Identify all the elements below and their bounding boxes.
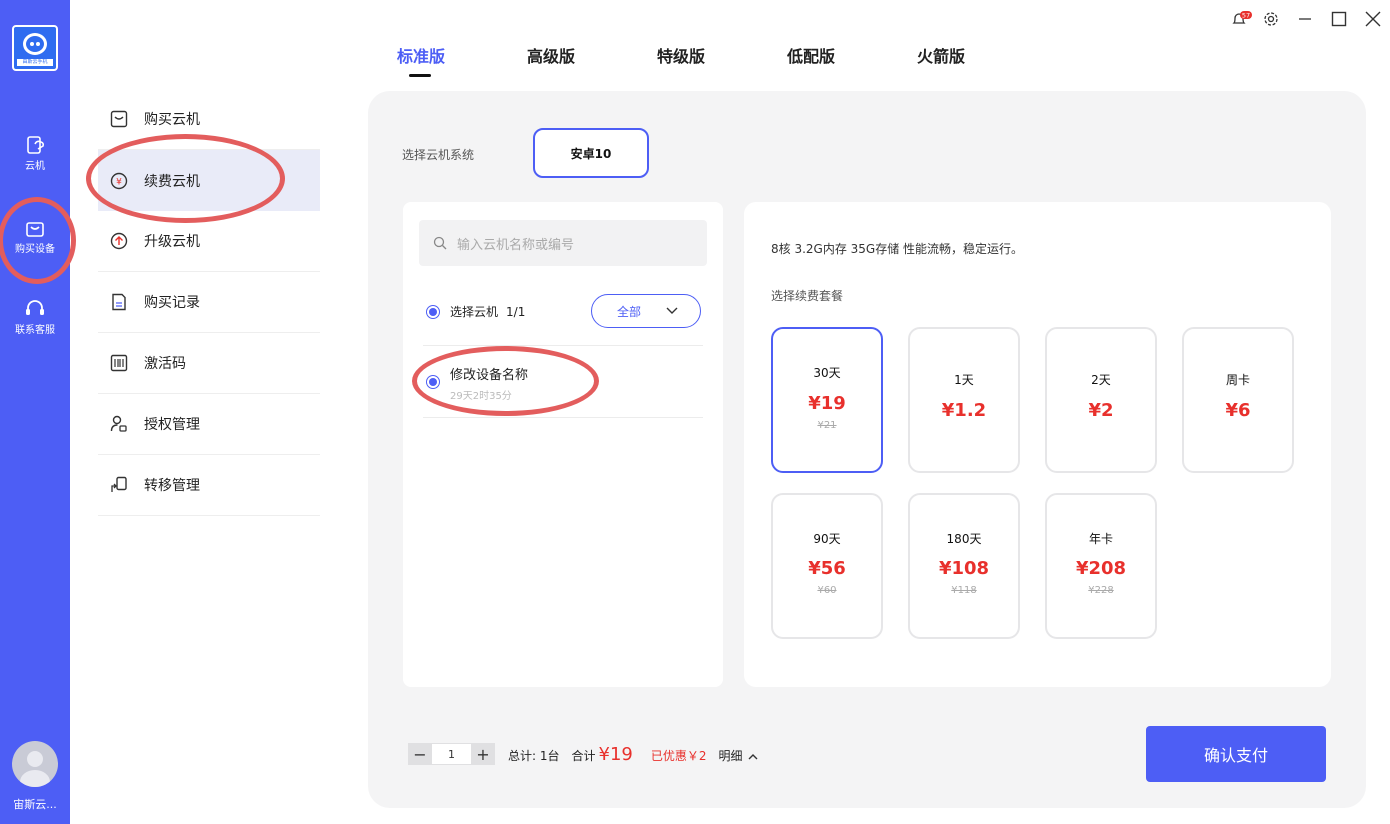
package-option-year[interactable]: 年卡 ¥208 ¥228	[1045, 493, 1157, 639]
quantity-stepper[interactable]: − 1 +	[408, 743, 495, 765]
menu-item-buy-cloud[interactable]: 购买云机	[98, 89, 320, 150]
user-avatar[interactable]	[12, 741, 58, 787]
active-tab-indicator	[409, 74, 431, 77]
menu-item-purchase-history[interactable]: 购买记录	[98, 272, 320, 333]
confirm-pay-button[interactable]: 确认支付	[1146, 726, 1326, 782]
total-units: 总计: 1台	[508, 749, 560, 763]
shopping-bag-icon	[26, 222, 44, 237]
package-option-2d[interactable]: 2天 ¥2	[1045, 327, 1157, 473]
device-remaining-time: 29天2时35分	[450, 391, 512, 402]
list-divider	[423, 417, 703, 418]
chevron-down-icon	[666, 307, 678, 314]
chevron-up-icon[interactable]	[748, 753, 758, 760]
details-toggle[interactable]: 明细	[719, 747, 743, 764]
system-option-android10[interactable]: 安卓10	[533, 128, 649, 178]
user-lock-icon	[108, 413, 130, 435]
menu-item-renew-cloud[interactable]: ¥ 续费云机	[98, 150, 320, 211]
svg-text:57: 57	[1242, 12, 1250, 20]
yen-coin-icon: ¥	[108, 170, 130, 192]
notification-bell-icon[interactable]: 57	[1231, 8, 1253, 30]
package-option-1d[interactable]: 1天 ¥1.2	[908, 327, 1020, 473]
rail-item-buy-device[interactable]: 购买设备	[0, 218, 70, 255]
barcode-icon	[108, 352, 130, 374]
device-name: 修改设备名称	[450, 368, 529, 383]
quantity-value[interactable]: 1	[432, 743, 471, 765]
sum-value: ¥19	[598, 744, 633, 765]
tab-advanced[interactable]: 高级版	[527, 43, 575, 67]
tab-premium[interactable]: 特级版	[657, 43, 705, 67]
device-search-input[interactable]: 输入云机名称或编号	[419, 220, 707, 266]
sub-menu: 购买云机 ¥ 续费云机 升级云机 购买记录 激活码 授权管理 转移管理	[70, 0, 348, 824]
cloud-phone-icon	[27, 136, 45, 154]
menu-item-transfer[interactable]: 转移管理	[98, 455, 320, 516]
bag-icon	[108, 108, 130, 130]
package-label: 选择续费套餐	[771, 289, 844, 303]
svg-text:¥: ¥	[116, 177, 122, 187]
transfer-icon	[108, 474, 130, 496]
left-rail: 由斯云手机 云机 购买设备 联系客服 宙斯云...	[0, 0, 70, 824]
settings-gear-icon[interactable]	[1260, 8, 1282, 30]
close-icon[interactable]	[1362, 8, 1384, 30]
device-radio[interactable]	[426, 375, 440, 389]
spec-description: 8核 3.2G内存 35G存储 性能流畅，稳定运行。	[771, 242, 1024, 256]
list-divider	[423, 345, 703, 346]
menu-item-upgrade-cloud[interactable]: 升级云机	[98, 211, 320, 272]
user-name: 宙斯云...	[13, 798, 57, 811]
headset-icon	[26, 300, 44, 315]
order-summary: 总计: 1台 合计 ¥19 已优惠￥2 明细	[508, 744, 758, 765]
package-option-180d[interactable]: 180天 ¥108 ¥118	[908, 493, 1020, 639]
search-icon	[433, 236, 447, 250]
rail-item-cloud[interactable]: 云机	[0, 135, 70, 172]
app-logo: 由斯云手机	[12, 25, 58, 71]
system-label: 选择云机系统	[402, 148, 475, 162]
select-all-radio[interactable]	[426, 304, 440, 319]
menu-item-activation-code[interactable]: 激活码	[98, 333, 320, 394]
maximize-icon[interactable]	[1328, 8, 1350, 30]
upgrade-arrow-icon	[108, 230, 130, 252]
device-list-item[interactable]: 修改设备名称 29天2时35分	[426, 364, 528, 402]
sum-label: 合计	[571, 749, 596, 763]
device-list-card	[403, 202, 723, 687]
quantity-plus-button[interactable]: +	[471, 743, 495, 765]
tab-standard[interactable]: 标准版	[397, 43, 445, 67]
package-option-week[interactable]: 周卡 ¥6	[1182, 327, 1294, 473]
discount-text: 已优惠￥2	[650, 749, 707, 763]
quantity-minus-button[interactable]: −	[408, 743, 432, 765]
tab-rocket[interactable]: 火箭版	[917, 43, 965, 67]
package-option-90d[interactable]: 90天 ¥56 ¥60	[771, 493, 883, 639]
menu-item-authorization[interactable]: 授权管理	[98, 394, 320, 455]
document-icon	[108, 291, 130, 313]
minimize-icon[interactable]	[1294, 8, 1316, 30]
device-filter-select[interactable]: 全部	[591, 294, 701, 328]
package-option-30d[interactable]: 30天 ¥19 ¥21	[771, 327, 883, 473]
rail-item-support[interactable]: 联系客服	[0, 299, 70, 336]
tab-low-spec[interactable]: 低配版	[787, 43, 835, 67]
select-all-row[interactable]: 选择云机 1/1	[426, 303, 525, 320]
